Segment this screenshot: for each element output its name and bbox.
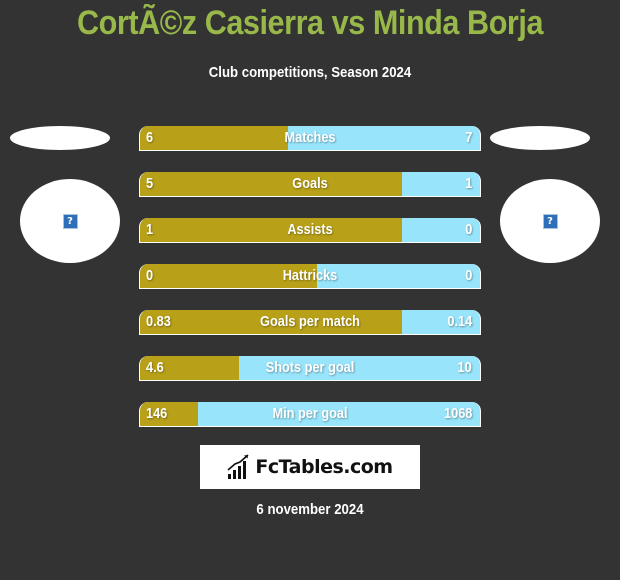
left-value: 1 — [146, 221, 154, 238]
stat-row: 146 Min per goal 1068 — [139, 402, 481, 427]
stat-label: Assists — [287, 221, 333, 238]
right-value: 7 — [464, 129, 472, 146]
competition-subtitle: Club competitions, Season 2024 — [208, 64, 412, 81]
left-value: 4.6 — [146, 359, 164, 376]
left-player-avatar: ? — [20, 179, 120, 263]
right-value: 0 — [464, 267, 472, 284]
left-value: 5 — [146, 175, 154, 192]
left-player-name-badge — [10, 126, 110, 150]
report-date: 6 november 2024 — [256, 501, 364, 518]
stat-label: Goals — [292, 175, 328, 192]
left-value: 146 — [146, 405, 168, 422]
right-value: 0 — [464, 221, 472, 238]
stat-row: 0.83 Goals per match 0.14 — [139, 310, 481, 335]
stat-label: Min per goal — [272, 405, 348, 422]
stat-row: 4.6 Shots per goal 10 — [139, 356, 481, 381]
stat-label: Matches — [284, 129, 336, 146]
right-value: 1068 — [443, 405, 472, 422]
stat-row: 6 Matches 7 — [139, 126, 481, 151]
right-player-avatar: ? — [500, 179, 600, 263]
stat-row: 1 Assists 0 — [139, 218, 481, 243]
stat-row: 0 Hattricks 0 — [139, 264, 481, 289]
page-title: CortÃ©z Casierra vs Minda Borja — [76, 4, 544, 42]
right-value: 1 — [464, 175, 472, 192]
fctables-logo[interactable]: FcTables.com — [200, 445, 420, 489]
right-player-name-badge — [490, 126, 590, 150]
right-value: 10 — [457, 359, 472, 376]
left-value: 6 — [146, 129, 154, 146]
stat-label: Hattricks — [282, 267, 338, 284]
broken-image-icon: ? — [542, 213, 558, 229]
broken-image-icon: ? — [62, 213, 78, 229]
logo-text: FcTables.com — [255, 456, 393, 478]
stat-label: Shots per goal — [265, 359, 355, 376]
bar-chart-icon — [227, 454, 249, 479]
stat-label: Goals per match — [260, 313, 360, 330]
left-value: 0 — [146, 267, 154, 284]
stat-row: 5 Goals 1 — [139, 172, 481, 197]
right-value: 0.14 — [447, 313, 472, 330]
